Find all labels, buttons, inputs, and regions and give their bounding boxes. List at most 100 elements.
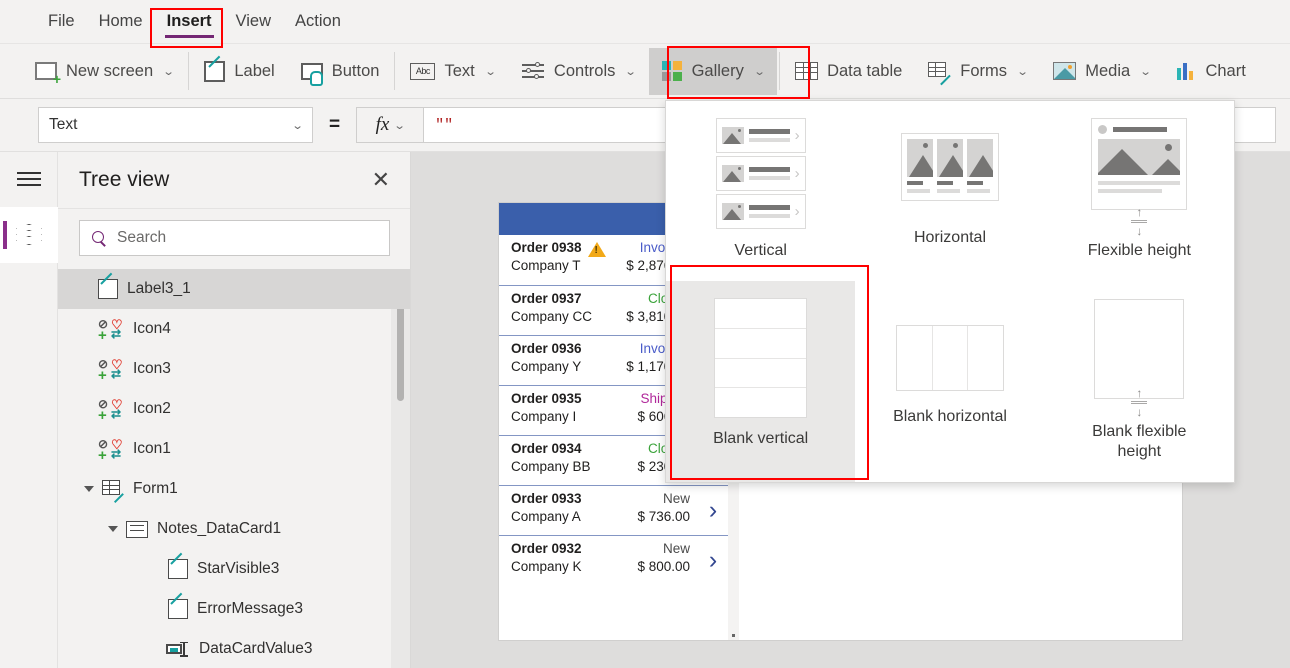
ribbon-label-label: Label (234, 62, 274, 81)
ribbon-forms-button[interactable]: Forms ⌄ (915, 48, 1040, 95)
tree-item-errormessage3[interactable]: ErrorMessage3 (58, 589, 410, 629)
chevron-down-icon: ⌄ (163, 65, 175, 78)
chevron-down-icon[interactable] (84, 486, 94, 492)
menu-tab-view-label: View (236, 12, 271, 30)
status-badge: New (663, 541, 690, 556)
tree-item-form1[interactable]: Form1 (58, 469, 410, 509)
blank-flexible-height-gallery-thumbnail: ↑ ↓ (1094, 299, 1184, 411)
icon-quad-icon: ⊘♡+⇄ (98, 318, 124, 340)
search-input[interactable]: Search (79, 220, 390, 256)
tree-view-title: Tree view (79, 168, 169, 192)
button-icon (301, 63, 323, 80)
menu-tab-view[interactable]: View (224, 8, 283, 35)
tree-search-wrapper: Search (58, 209, 410, 269)
menu-tab-insert[interactable]: Insert (155, 8, 224, 35)
gallery-row-content: Order 0933 New Company A $ 736.00 (499, 486, 698, 535)
ribbon-text-button[interactable]: Abc Text ⌄ (397, 48, 507, 95)
menu-tab-home[interactable]: Home (87, 8, 155, 35)
menu-tab-insert-label: Insert (167, 12, 212, 30)
forms-icon (928, 62, 951, 81)
company-name: Company BB (511, 459, 591, 474)
company-name: Company Y (511, 359, 581, 374)
menu-tab-home-label: Home (99, 12, 143, 30)
ribbon-gallery-label: Gallery (692, 62, 744, 81)
ribbon-new-screen-label: New screen (66, 62, 153, 81)
tree-view-list: Label3_1 ⊘♡+⇄ Icon4 ⊘♡+⇄ Icon3 ⊘♡+⇄ Icon… (58, 269, 410, 668)
ribbon-chart-label: Chart (1205, 62, 1245, 81)
menu-tab-action[interactable]: Action (283, 8, 353, 35)
gallery-option-label: Blank vertical (713, 429, 808, 449)
chevron-down-icon: ⌄ (291, 119, 303, 132)
chevron-down-icon: ⌄ (1140, 65, 1152, 78)
blank-horizontal-gallery-thumbnail (896, 325, 1004, 391)
tree-item-label3-1[interactable]: Label3_1 (58, 269, 410, 309)
tree-item-label: DataCardValue3 (199, 640, 312, 658)
chevron-right-icon[interactable]: › (698, 536, 728, 585)
ribbon-label-button[interactable]: Label (191, 48, 287, 95)
ribbon-new-screen-button[interactable]: New screen ⌄ (22, 48, 186, 95)
tree-item-icon3[interactable]: ⊘♡+⇄ Icon3 (58, 349, 410, 389)
ribbon-controls-label: Controls (554, 62, 615, 81)
order-id: Order 0932 (511, 541, 582, 556)
equals-sign: = (329, 114, 340, 136)
ribbon-gallery-button[interactable]: Gallery ⌄ (649, 48, 777, 95)
chevron-right-icon[interactable]: › (698, 486, 728, 535)
gallery-option-flexible-height[interactable]: ↑ ↓ Flexible height (1045, 101, 1234, 281)
tree-item-datacardvalue3[interactable]: DataCardValue3 (58, 629, 410, 668)
ribbon-separator (779, 52, 780, 90)
label-pencil-icon (98, 279, 118, 299)
ribbon-chart-button[interactable]: Chart (1163, 48, 1258, 95)
warning-icon (588, 242, 606, 257)
gallery-option-label: Vertical (734, 241, 786, 261)
search-icon (92, 231, 107, 246)
powerapps-studio-window: File Home Insert View Action New screen … (0, 0, 1290, 668)
gallery-option-vertical[interactable]: › › › Vertical (666, 101, 855, 281)
label-icon (204, 61, 225, 82)
tree-item-label: Notes_DataCard1 (157, 520, 281, 538)
close-icon[interactable]: ✕ (372, 169, 390, 191)
vertical-gallery-thumbnail: › › › (716, 118, 806, 230)
hamburger-menu-icon[interactable] (17, 171, 41, 187)
menu-tab-file[interactable]: File (36, 8, 87, 35)
tree-item-notes-datacard1[interactable]: Notes_DataCard1 (58, 509, 410, 549)
gallery-flyout-menu: › › › Vertical (665, 100, 1235, 483)
order-id: Order 0934 (511, 441, 582, 456)
tree-item-icon4[interactable]: ⊘♡+⇄ Icon4 (58, 309, 410, 349)
chevron-down-icon: ⌄ (753, 65, 765, 78)
chevron-down-icon: ⌄ (1016, 65, 1028, 78)
property-select[interactable]: Text ⌄ (38, 107, 313, 143)
menu-tab-action-label: Action (295, 12, 341, 30)
text-icon: Abc (410, 63, 435, 80)
tree-item-icon1[interactable]: ⊘♡+⇄ Icon1 (58, 429, 410, 469)
ribbon-separator (394, 52, 395, 90)
ribbon-text-label: Text (444, 62, 474, 81)
company-name: Company I (511, 409, 576, 424)
ribbon-button-label: Button (332, 62, 380, 81)
chevron-down-icon[interactable] (108, 526, 118, 532)
ribbon-controls-button[interactable]: Controls ⌄ (508, 48, 649, 95)
gallery-option-blank-horizontal[interactable]: Blank horizontal (855, 281, 1044, 482)
media-icon (1053, 62, 1076, 80)
order-id: Order 0933 (511, 491, 582, 506)
gallery-option-label: Horizontal (914, 228, 986, 248)
label-pencil-icon (168, 599, 188, 619)
ribbon-media-label: Media (1085, 62, 1130, 81)
tree-item-label: Icon1 (133, 440, 171, 458)
ribbon-media-button[interactable]: Media ⌄ (1040, 48, 1163, 95)
ribbon-data-table-button[interactable]: Data table (782, 48, 915, 95)
chevron-down-icon: ⌄ (484, 65, 496, 78)
ribbon-button-button[interactable]: Button (288, 48, 393, 95)
gallery-option-blank-flexible-height[interactable]: ↑ ↓ Blank flexible height (1045, 281, 1234, 482)
rail-tree-view-button[interactable] (0, 207, 58, 263)
data-table-icon (795, 62, 818, 80)
table-row[interactable]: Order 0932 New Company K $ 800.00 › (499, 535, 728, 585)
tree-view-header: Tree view ✕ (58, 152, 410, 209)
tree-item-starvisible3[interactable]: StarVisible3 (58, 549, 410, 589)
table-row[interactable]: Order 0933 New Company A $ 736.00 › (499, 485, 728, 535)
tree-item-icon2[interactable]: ⊘♡+⇄ Icon2 (58, 389, 410, 429)
fx-button[interactable]: fx ⌄ (356, 107, 424, 143)
gallery-option-blank-vertical[interactable]: Blank vertical (666, 281, 855, 482)
gallery-option-horizontal[interactable]: Horizontal (855, 101, 1044, 281)
search-placeholder: Search (117, 229, 166, 247)
order-id: Order 0935 (511, 391, 582, 406)
